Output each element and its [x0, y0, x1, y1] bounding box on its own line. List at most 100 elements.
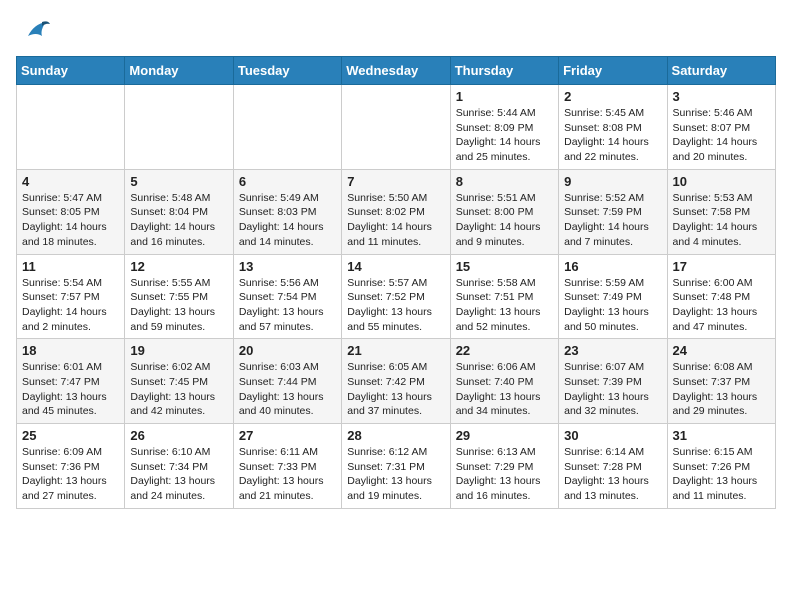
weekday-header-row: SundayMondayTuesdayWednesdayThursdayFrid…: [17, 57, 776, 85]
day-number: 10: [673, 174, 770, 189]
day-info: Sunrise: 6:12 AM Sunset: 7:31 PM Dayligh…: [347, 445, 444, 504]
logo-bird-icon: [20, 16, 50, 46]
calendar-cell: 17Sunrise: 6:00 AM Sunset: 7:48 PM Dayli…: [667, 254, 775, 339]
day-number: 28: [347, 428, 444, 443]
weekday-header-monday: Monday: [125, 57, 233, 85]
calendar-cell: 18 Sunrise: 6:01 AM Sunset: 7:47 PM Dayli…: [17, 339, 125, 424]
calendar-week-row: 1 Sunrise: 5:44 AM Sunset: 8:09 PM Daylig…: [17, 85, 776, 170]
calendar-cell: 23Sunrise: 6:07 AM Sunset: 7:39 PM Dayli…: [559, 339, 667, 424]
day-info: Sunrise: 5:57 AM Sunset: 7:52 PM Dayligh…: [347, 276, 444, 335]
day-number: 29: [456, 428, 553, 443]
day-number: 2: [564, 89, 661, 104]
calendar-week-row: 11 Sunrise: 5:54 AM Sunset: 7:57 PM Dayli…: [17, 254, 776, 339]
day-info: Sunrise: 6:09 AM Sunset: 7:36 PM Dayligh…: [22, 445, 119, 504]
calendar-cell: 19 Sunrise: 6:02 AM Sunset: 7:45 PM Dayli…: [125, 339, 233, 424]
calendar-cell: 20Sunrise: 6:03 AM Sunset: 7:44 PM Dayli…: [233, 339, 341, 424]
logo: [16, 16, 50, 46]
day-number: 11: [22, 259, 119, 274]
calendar-cell: 21 Sunrise: 6:05 AM Sunset: 7:42 PM Dayli…: [342, 339, 450, 424]
day-number: 18: [22, 343, 119, 358]
day-info: Sunrise: 5:44 AM Sunset: 8:09 PM Dayligh…: [456, 106, 553, 165]
day-info: Sunrise: 5:47 AM Sunset: 8:05 PM Dayligh…: [22, 191, 119, 250]
calendar-cell: 12 Sunrise: 5:55 AM Sunset: 7:55 PM Dayli…: [125, 254, 233, 339]
day-number: 8: [456, 174, 553, 189]
calendar-cell: 2 Sunrise: 5:45 AM Sunset: 8:08 PM Daylig…: [559, 85, 667, 170]
calendar-cell: 29 Sunrise: 6:13 AM Sunset: 7:29 PM Dayli…: [450, 424, 558, 509]
day-number: 15: [456, 259, 553, 274]
day-number: 19: [130, 343, 227, 358]
calendar-cell: 16 Sunrise: 5:59 AM Sunset: 7:49 PM Dayli…: [559, 254, 667, 339]
day-info: Sunrise: 5:59 AM Sunset: 7:49 PM Dayligh…: [564, 276, 661, 335]
calendar-cell: 14Sunrise: 5:57 AM Sunset: 7:52 PM Dayli…: [342, 254, 450, 339]
day-info: Sunrise: 5:52 AM Sunset: 7:59 PM Dayligh…: [564, 191, 661, 250]
calendar-cell: 10Sunrise: 5:53 AM Sunset: 7:58 PM Dayli…: [667, 169, 775, 254]
day-number: 13: [239, 259, 336, 274]
page-header: [16, 16, 776, 46]
day-info: Sunrise: 5:49 AM Sunset: 8:03 PM Dayligh…: [239, 191, 336, 250]
calendar-cell: [233, 85, 341, 170]
day-number: 1: [456, 89, 553, 104]
calendar-cell: 6 Sunrise: 5:49 AM Sunset: 8:03 PM Daylig…: [233, 169, 341, 254]
day-number: 24: [673, 343, 770, 358]
calendar-cell: 28 Sunrise: 6:12 AM Sunset: 7:31 PM Dayli…: [342, 424, 450, 509]
day-info: Sunrise: 6:07 AM Sunset: 7:39 PM Dayligh…: [564, 360, 661, 419]
day-number: 12: [130, 259, 227, 274]
day-info: Sunrise: 6:01 AM Sunset: 7:47 PM Dayligh…: [22, 360, 119, 419]
day-number: 27: [239, 428, 336, 443]
day-info: Sunrise: 6:13 AM Sunset: 7:29 PM Dayligh…: [456, 445, 553, 504]
day-number: 30: [564, 428, 661, 443]
calendar-cell: 27 Sunrise: 6:11 AM Sunset: 7:33 PM Dayli…: [233, 424, 341, 509]
calendar-cell: 15 Sunrise: 5:58 AM Sunset: 7:51 PM Dayli…: [450, 254, 558, 339]
calendar-cell: [17, 85, 125, 170]
calendar-cell: 9 Sunrise: 5:52 AM Sunset: 7:59 PM Daylig…: [559, 169, 667, 254]
day-number: 16: [564, 259, 661, 274]
calendar-cell: 13 Sunrise: 5:56 AM Sunset: 7:54 PM Dayli…: [233, 254, 341, 339]
weekday-header-thursday: Thursday: [450, 57, 558, 85]
day-info: Sunrise: 6:05 AM Sunset: 7:42 PM Dayligh…: [347, 360, 444, 419]
day-number: 26: [130, 428, 227, 443]
day-number: 3: [673, 89, 770, 104]
calendar-cell: 7Sunrise: 5:50 AM Sunset: 8:02 PM Daylig…: [342, 169, 450, 254]
day-info: Sunrise: 5:56 AM Sunset: 7:54 PM Dayligh…: [239, 276, 336, 335]
day-info: Sunrise: 6:02 AM Sunset: 7:45 PM Dayligh…: [130, 360, 227, 419]
day-number: 22: [456, 343, 553, 358]
weekday-header-wednesday: Wednesday: [342, 57, 450, 85]
calendar-cell: 25 Sunrise: 6:09 AM Sunset: 7:36 PM Dayli…: [17, 424, 125, 509]
day-info: Sunrise: 5:54 AM Sunset: 7:57 PM Dayligh…: [22, 276, 119, 335]
day-info: Sunrise: 6:15 AM Sunset: 7:26 PM Dayligh…: [673, 445, 770, 504]
calendar-cell: 30Sunrise: 6:14 AM Sunset: 7:28 PM Dayli…: [559, 424, 667, 509]
day-number: 31: [673, 428, 770, 443]
day-number: 20: [239, 343, 336, 358]
calendar-cell: 22 Sunrise: 6:06 AM Sunset: 7:40 PM Dayli…: [450, 339, 558, 424]
calendar-cell: 4Sunrise: 5:47 AM Sunset: 8:05 PM Daylig…: [17, 169, 125, 254]
calendar-cell: 24Sunrise: 6:08 AM Sunset: 7:37 PM Dayli…: [667, 339, 775, 424]
calendar-header: SundayMondayTuesdayWednesdayThursdayFrid…: [17, 57, 776, 85]
day-number: 6: [239, 174, 336, 189]
calendar-week-row: 4Sunrise: 5:47 AM Sunset: 8:05 PM Daylig…: [17, 169, 776, 254]
day-info: Sunrise: 6:00 AM Sunset: 7:48 PM Dayligh…: [673, 276, 770, 335]
weekday-header-friday: Friday: [559, 57, 667, 85]
day-info: Sunrise: 5:58 AM Sunset: 7:51 PM Dayligh…: [456, 276, 553, 335]
day-number: 7: [347, 174, 444, 189]
day-number: 9: [564, 174, 661, 189]
calendar-cell: 5 Sunrise: 5:48 AM Sunset: 8:04 PM Daylig…: [125, 169, 233, 254]
day-info: Sunrise: 5:51 AM Sunset: 8:00 PM Dayligh…: [456, 191, 553, 250]
day-info: Sunrise: 5:48 AM Sunset: 8:04 PM Dayligh…: [130, 191, 227, 250]
day-number: 25: [22, 428, 119, 443]
day-info: Sunrise: 5:46 AM Sunset: 8:07 PM Dayligh…: [673, 106, 770, 165]
calendar-cell: [342, 85, 450, 170]
day-info: Sunrise: 6:06 AM Sunset: 7:40 PM Dayligh…: [456, 360, 553, 419]
calendar-cell: 8 Sunrise: 5:51 AM Sunset: 8:00 PM Daylig…: [450, 169, 558, 254]
weekday-header-sunday: Sunday: [17, 57, 125, 85]
calendar-cell: [125, 85, 233, 170]
calendar-cell: 11 Sunrise: 5:54 AM Sunset: 7:57 PM Dayli…: [17, 254, 125, 339]
day-info: Sunrise: 6:11 AM Sunset: 7:33 PM Dayligh…: [239, 445, 336, 504]
day-number: 5: [130, 174, 227, 189]
calendar-cell: 31 Sunrise: 6:15 AM Sunset: 7:26 PM Dayli…: [667, 424, 775, 509]
day-number: 21: [347, 343, 444, 358]
calendar-cell: 1 Sunrise: 5:44 AM Sunset: 8:09 PM Daylig…: [450, 85, 558, 170]
calendar-week-row: 25 Sunrise: 6:09 AM Sunset: 7:36 PM Dayli…: [17, 424, 776, 509]
day-info: Sunrise: 5:55 AM Sunset: 7:55 PM Dayligh…: [130, 276, 227, 335]
day-info: Sunrise: 5:45 AM Sunset: 8:08 PM Dayligh…: [564, 106, 661, 165]
calendar-table: SundayMondayTuesdayWednesdayThursdayFrid…: [16, 56, 776, 509]
